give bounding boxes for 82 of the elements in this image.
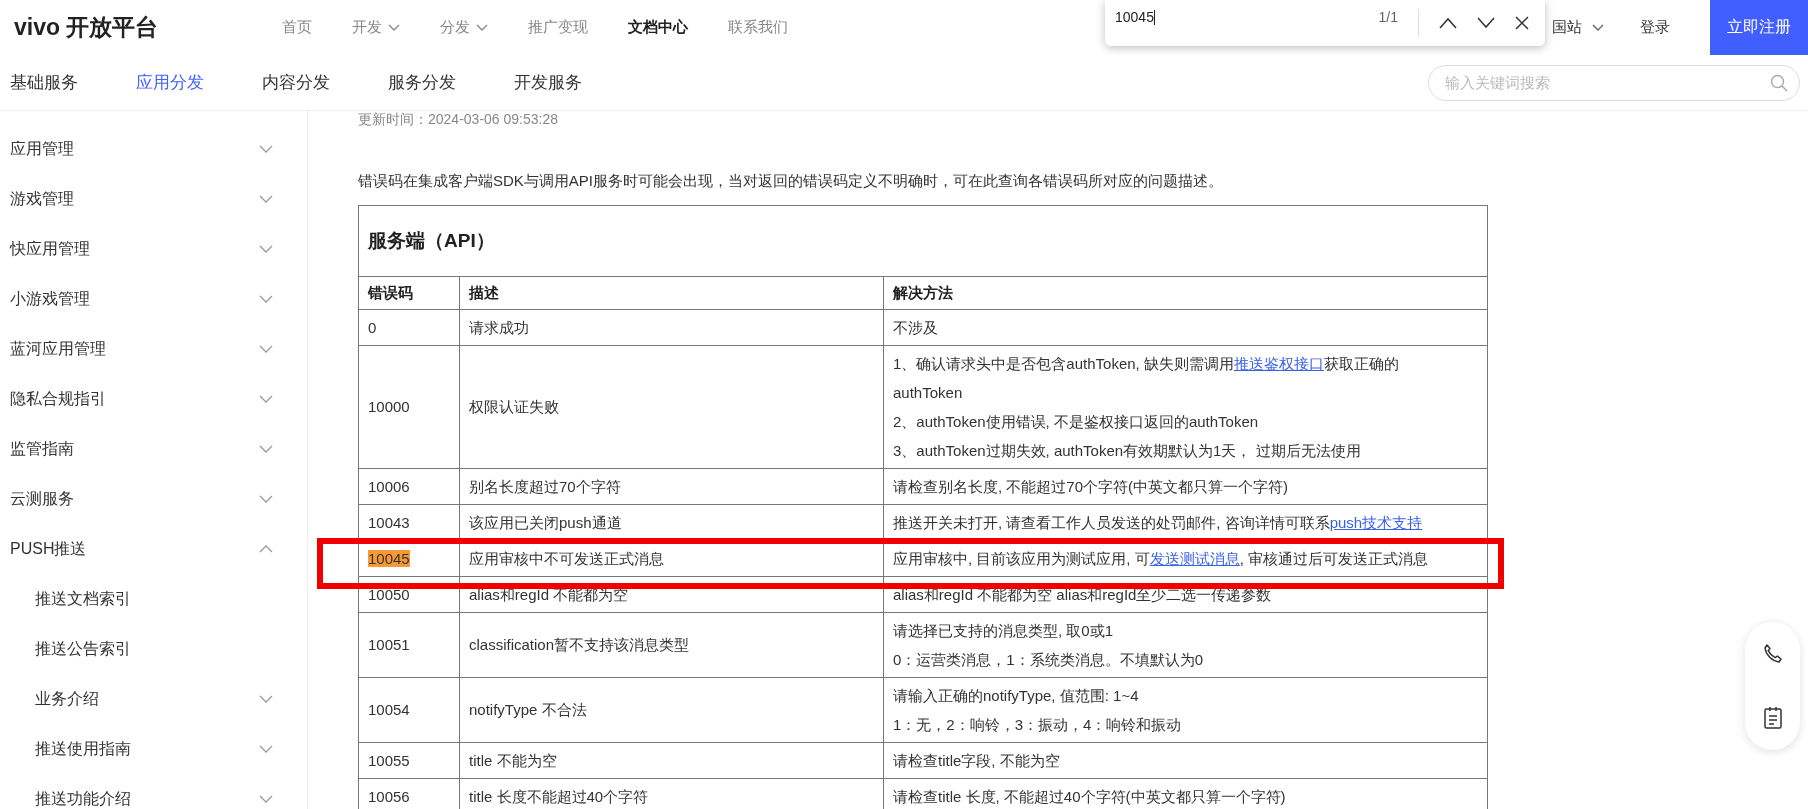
sidebar-item[interactable]: 推送使用指南 (0, 724, 307, 774)
table-cell: 10006 (358, 468, 460, 505)
nav-link[interactable]: 文档中心 (628, 18, 688, 37)
sidebar-item[interactable]: 推送功能介绍 (0, 774, 307, 809)
nav-link[interactable]: 首页 (282, 18, 312, 37)
chevron-down-icon (259, 445, 273, 453)
category-tab[interactable]: 应用分发 (136, 71, 204, 94)
nav-link[interactable]: 开发 (352, 18, 400, 37)
table-cell: 请检查别名长度, 不能超过70个字符(中英文都只算一个字符) (883, 468, 1488, 505)
table-cell: 权限认证失败 (459, 345, 884, 469)
chevron-up-icon (259, 545, 273, 553)
sidebar-item[interactable]: PUSH推送 (0, 524, 307, 574)
sidebar-item[interactable]: 云测服务 (0, 474, 307, 524)
table-cell: 10000 (358, 345, 460, 469)
chevron-down-icon (259, 395, 273, 403)
chevron-down-icon (259, 495, 273, 503)
chevron-down-icon (259, 145, 273, 153)
match-count: 1/1 (1378, 9, 1398, 27)
login-link[interactable]: 登录 (1640, 18, 1670, 37)
table-title: 服务端（API） (358, 205, 1488, 277)
nav-link[interactable]: 联系我们 (728, 18, 788, 37)
search-field[interactable]: 输入关键词搜索 (1428, 64, 1800, 101)
table-cell: 1、确认请求头中是否包含authToken, 缺失则需调用推送鉴权接口获取正确的 authToken 2、authToken使用错误, 不是鉴权接口返回的authToken 3、authToken过期失效, authToken有效期默认为1天， 过期后无法使用 (883, 345, 1488, 469)
column-header: 描述 (459, 276, 884, 310)
chevron-down-icon (259, 795, 273, 803)
sidebar-item[interactable]: 监管指南 (0, 424, 307, 474)
sidebar-item[interactable]: 推送文档索引 (0, 574, 307, 624)
chevron-down-icon (259, 295, 273, 303)
logo[interactable]: vivo 开放平台 (14, 12, 254, 43)
doc-link[interactable]: 推送鉴权接口 (1233, 355, 1324, 372)
caret-icon (476, 23, 488, 32)
next-match-icon[interactable] (1477, 17, 1495, 29)
table-cell: 请输入正确的notifyType, 值范围: 1~4 1：无，2：响铃，3：振动，4：响铃和振动 (883, 677, 1488, 743)
table-cell: 0 (358, 309, 460, 346)
chevron-down-icon (259, 245, 273, 253)
notepad-icon[interactable] (1762, 705, 1783, 730)
sidebar-item[interactable]: 隐私合规指引 (0, 374, 307, 424)
sidebar-item[interactable]: 推送公告索引 (0, 624, 307, 674)
sidebar-item[interactable]: 应用管理 (0, 124, 307, 174)
chevron-down-icon (259, 345, 273, 353)
sidebar-item[interactable]: 业务介绍 (0, 674, 307, 724)
column-header: 解决方法 (883, 276, 1488, 310)
table-cell: 10055 (358, 742, 460, 779)
table-cell: 10043 (358, 504, 460, 541)
table-cell: 10056 (358, 778, 460, 809)
table-cell: 10051 (358, 612, 460, 678)
chevron-down-icon (259, 695, 273, 703)
find-input[interactable]: 10045 (1115, 9, 1359, 37)
table-cell: 请求成功 (459, 309, 884, 346)
close-icon[interactable] (1515, 16, 1529, 30)
phone-icon[interactable] (1761, 642, 1784, 665)
table-cell: notifyType 不合法 (459, 677, 884, 743)
previous-match-icon[interactable] (1439, 17, 1457, 29)
sidebar-item[interactable]: 快应用管理 (0, 224, 307, 274)
table-cell: 请选择已支持的消息类型, 取0或1 0：运营类消息，1：系统类消息。不填默认为0 (883, 612, 1488, 678)
table-cell: title 不能为空 (459, 742, 884, 779)
chevron-down-icon (259, 195, 273, 203)
region-selector[interactable]: 国站 (1552, 18, 1604, 37)
sidebar-item[interactable]: 小游戏管理 (0, 274, 307, 324)
nav-link[interactable]: 分发 (440, 18, 488, 37)
chevron-down-icon (259, 745, 273, 753)
table-cell: classification暂不支持该消息类型 (459, 612, 884, 678)
table-cell: 别名长度超过70个字符 (459, 468, 884, 505)
sidebar-item[interactable]: 蓝河应用管理 (0, 324, 307, 374)
category-tab[interactable]: 基础服务 (10, 71, 78, 94)
doc-link[interactable]: push技术支持 (1329, 514, 1423, 531)
table-cell: 请检查title字段, 不能为空 (883, 742, 1488, 779)
table-cell: 10050 (358, 576, 460, 613)
category-tab[interactable]: 服务分发 (388, 71, 456, 94)
caret-icon (388, 23, 400, 32)
caret-icon (1592, 23, 1604, 32)
sidebar-item[interactable]: 游戏管理 (0, 174, 307, 224)
category-tab[interactable]: 开发服务 (514, 71, 582, 94)
update-time: 更新时间：2024-03-06 09:53:28 (358, 111, 559, 127)
intro-paragraph: 错误码在集成客户端SDK与调用API服务时可能会出现，当对返回的错误码定义不明确时，可在此查询各错误码所对应的问题描述。 (358, 172, 1225, 191)
doc-link[interactable]: 发送测试消息 (1149, 550, 1240, 567)
nav-link[interactable]: 推广变现 (528, 18, 588, 37)
column-header: 错误码 (358, 276, 460, 310)
table-cell: 不涉及 (883, 309, 1488, 346)
register-button[interactable]: 立即注册 (1710, 0, 1808, 55)
table-cell: 10054 (358, 677, 460, 743)
category-tab[interactable]: 内容分发 (262, 71, 330, 94)
